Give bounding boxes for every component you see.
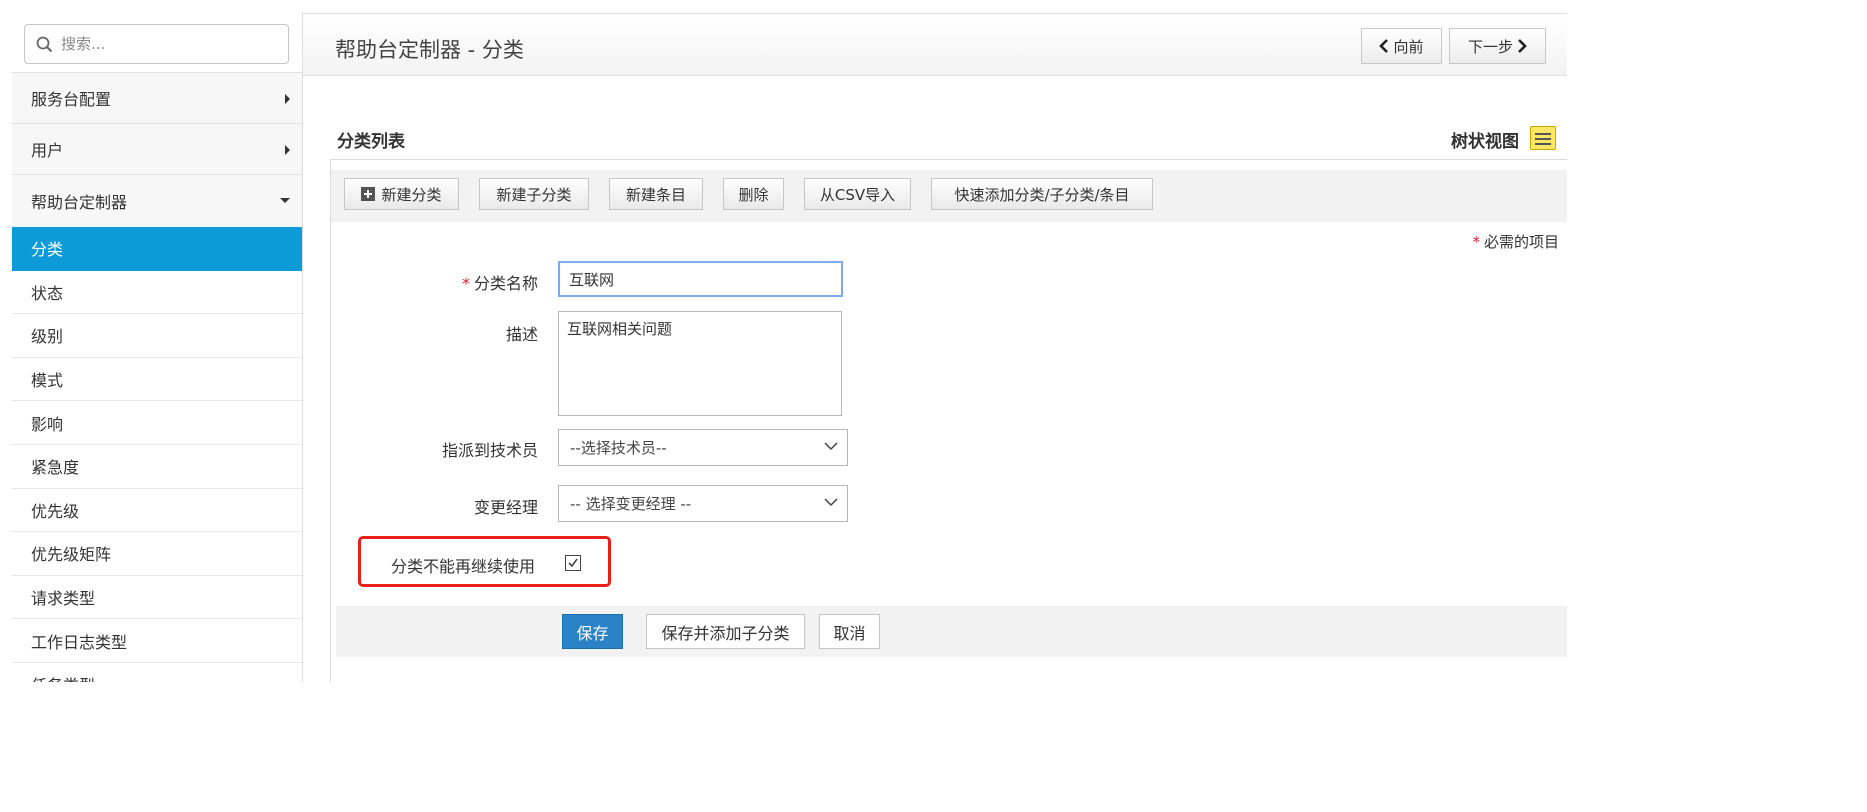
change-manager-label: 变更经理 — [473, 498, 538, 517]
caret-right-icon — [285, 145, 290, 155]
toolbar-button-label: 新建分类 — [381, 185, 442, 204]
page-title: 帮助台定制器 - 分类 — [335, 38, 524, 62]
sidebar-item-label: 影响 — [31, 414, 64, 434]
cancel-button[interactable]: 取消 — [819, 614, 880, 649]
sidebar-item-label: 优先级 — [31, 501, 80, 521]
sidebar-group-service-desk-config[interactable]: 服务台配置 — [12, 72, 302, 123]
main-content: 帮助台定制器 - 分类 向前 下一步 分类列表 树状视图 新建分类 新建子分类 … — [303, 13, 1567, 682]
new-category-button[interactable]: 新建分类 — [344, 178, 459, 210]
category-name-label: * 分类名称 — [331, 270, 538, 294]
category-panel: 新建分类 新建子分类 新建条目 删除 从CSV导入 快速添加分类/子分类/条目 … — [330, 159, 1567, 682]
sidebar-item-worklog-type[interactable]: 工作日志类型 — [12, 619, 302, 663]
plus-square-icon — [361, 187, 376, 201]
search-icon — [36, 36, 53, 53]
category-name-label-text: 分类名称 — [473, 274, 538, 293]
sidebar-item-status[interactable]: 状态 — [12, 271, 302, 315]
search-input[interactable] — [61, 25, 283, 63]
sidebar-item-label: 级别 — [31, 327, 64, 347]
new-item-button[interactable]: 新建条目 — [609, 178, 703, 210]
sidebar: 服务台配置 用户 帮助台定制器 分类 状态 级别 模式 影响 紧急度 优先级 优… — [12, 12, 303, 682]
sidebar-item-label: 工作日志类型 — [31, 632, 128, 652]
sidebar-item-priority[interactable]: 优先级 — [12, 489, 302, 533]
technician-label: 指派到技术员 — [441, 441, 538, 460]
required-note-text: 必需的项目 — [1483, 233, 1559, 251]
sidebar-item-label: 分类 — [31, 240, 64, 260]
toolbar-button-label: 新建子分类 — [496, 185, 572, 204]
save-and-add-subcategory-button[interactable]: 保存并添加子分类 — [646, 614, 805, 649]
toolbar-button-label: 快速添加分类/子分类/条目 — [954, 185, 1130, 204]
change-manager-select-value: -- 选择变更经理 -- — [570, 495, 692, 513]
deprecated-checkbox[interactable] — [565, 555, 581, 571]
delete-button[interactable]: 删除 — [723, 178, 784, 210]
tree-view-icon[interactable] — [1530, 126, 1556, 150]
sidebar-subnav: 分类 状态 级别 模式 影响 紧急度 优先级 优先级矩阵 请求类型 工作日志类型… — [12, 227, 302, 682]
sidebar-item-task-type[interactable]: 任务类型 — [12, 663, 302, 682]
sidebar-item-label: 状态 — [31, 283, 64, 303]
required-star: * — [461, 274, 470, 293]
deprecated-checkbox-label: 分类不能再继续使用 — [391, 557, 536, 576]
category-name-input[interactable] — [558, 261, 843, 297]
sidebar-item-request-type[interactable]: 请求类型 — [12, 576, 302, 620]
required-note: * 必需的项目 — [1472, 231, 1559, 252]
sidebar-item-label: 请求类型 — [31, 589, 96, 609]
chevron-right-icon — [1518, 39, 1527, 53]
description-input[interactable]: 互联网相关问题 — [558, 311, 842, 416]
description-label: 描述 — [505, 325, 538, 344]
prev-button[interactable]: 向前 — [1361, 28, 1442, 64]
sidebar-group-label: 用户 — [31, 141, 64, 160]
next-button-label: 下一步 — [1467, 37, 1513, 56]
import-csv-button[interactable]: 从CSV导入 — [804, 178, 911, 210]
quick-add-button[interactable]: 快速添加分类/子分类/条目 — [931, 178, 1153, 210]
sidebar-item-category[interactable]: 分类 — [12, 227, 302, 271]
save-button[interactable]: 保存 — [562, 614, 623, 649]
technician-select-value: --选择技术员-- — [570, 439, 667, 457]
search-box[interactable] — [24, 24, 289, 64]
toolbar: 新建分类 新建子分类 新建条目 删除 从CSV导入 快速添加分类/子分类/条目 — [331, 170, 1567, 222]
change-manager-select[interactable]: -- 选择变更经理 -- — [558, 485, 848, 522]
chevron-left-icon — [1379, 39, 1389, 53]
section-title: 分类列表 — [337, 132, 405, 152]
chevron-down-icon — [824, 442, 838, 451]
caret-down-icon — [280, 198, 290, 203]
checkmark-icon — [568, 558, 578, 568]
prev-button-label: 向前 — [1393, 37, 1424, 56]
chevron-down-icon — [824, 498, 838, 507]
toolbar-button-label: 删除 — [738, 185, 769, 204]
sidebar-item-impact[interactable]: 影响 — [12, 401, 302, 445]
toolbar-button-label: 新建条目 — [625, 185, 686, 204]
sidebar-group-helpdesk-customizer[interactable]: 帮助台定制器 — [12, 174, 302, 227]
toolbar-button-label: 从CSV导入 — [819, 185, 896, 204]
sidebar-item-label: 任务类型 — [31, 672, 95, 682]
sidebar-item-level[interactable]: 级别 — [12, 314, 302, 358]
sidebar-group-label: 帮助台定制器 — [31, 193, 128, 212]
sidebar-group-users[interactable]: 用户 — [12, 123, 302, 174]
page-header: 帮助台定制器 - 分类 向前 下一步 — [303, 13, 1567, 76]
sidebar-item-urgency[interactable]: 紧急度 — [12, 445, 302, 489]
technician-select[interactable]: --选择技术员-- — [558, 429, 848, 466]
caret-right-icon — [285, 94, 290, 104]
required-star: * — [1472, 233, 1480, 251]
tree-view-link[interactable]: 树状视图 — [1451, 127, 1519, 152]
sidebar-item-mode[interactable]: 模式 — [12, 358, 302, 402]
highlight-box: 分类不能再继续使用 — [358, 536, 611, 587]
sidebar-item-label: 紧急度 — [31, 458, 80, 478]
sidebar-item-label: 优先级矩阵 — [31, 545, 112, 565]
sidebar-item-priority-matrix[interactable]: 优先级矩阵 — [12, 532, 302, 576]
new-subcategory-button[interactable]: 新建子分类 — [479, 178, 589, 210]
sidebar-group-label: 服务台配置 — [31, 90, 112, 109]
next-button[interactable]: 下一步 — [1449, 28, 1546, 64]
form-action-bar: 保存 保存并添加子分类 取消 — [336, 606, 1567, 657]
sidebar-item-label: 模式 — [31, 371, 64, 391]
